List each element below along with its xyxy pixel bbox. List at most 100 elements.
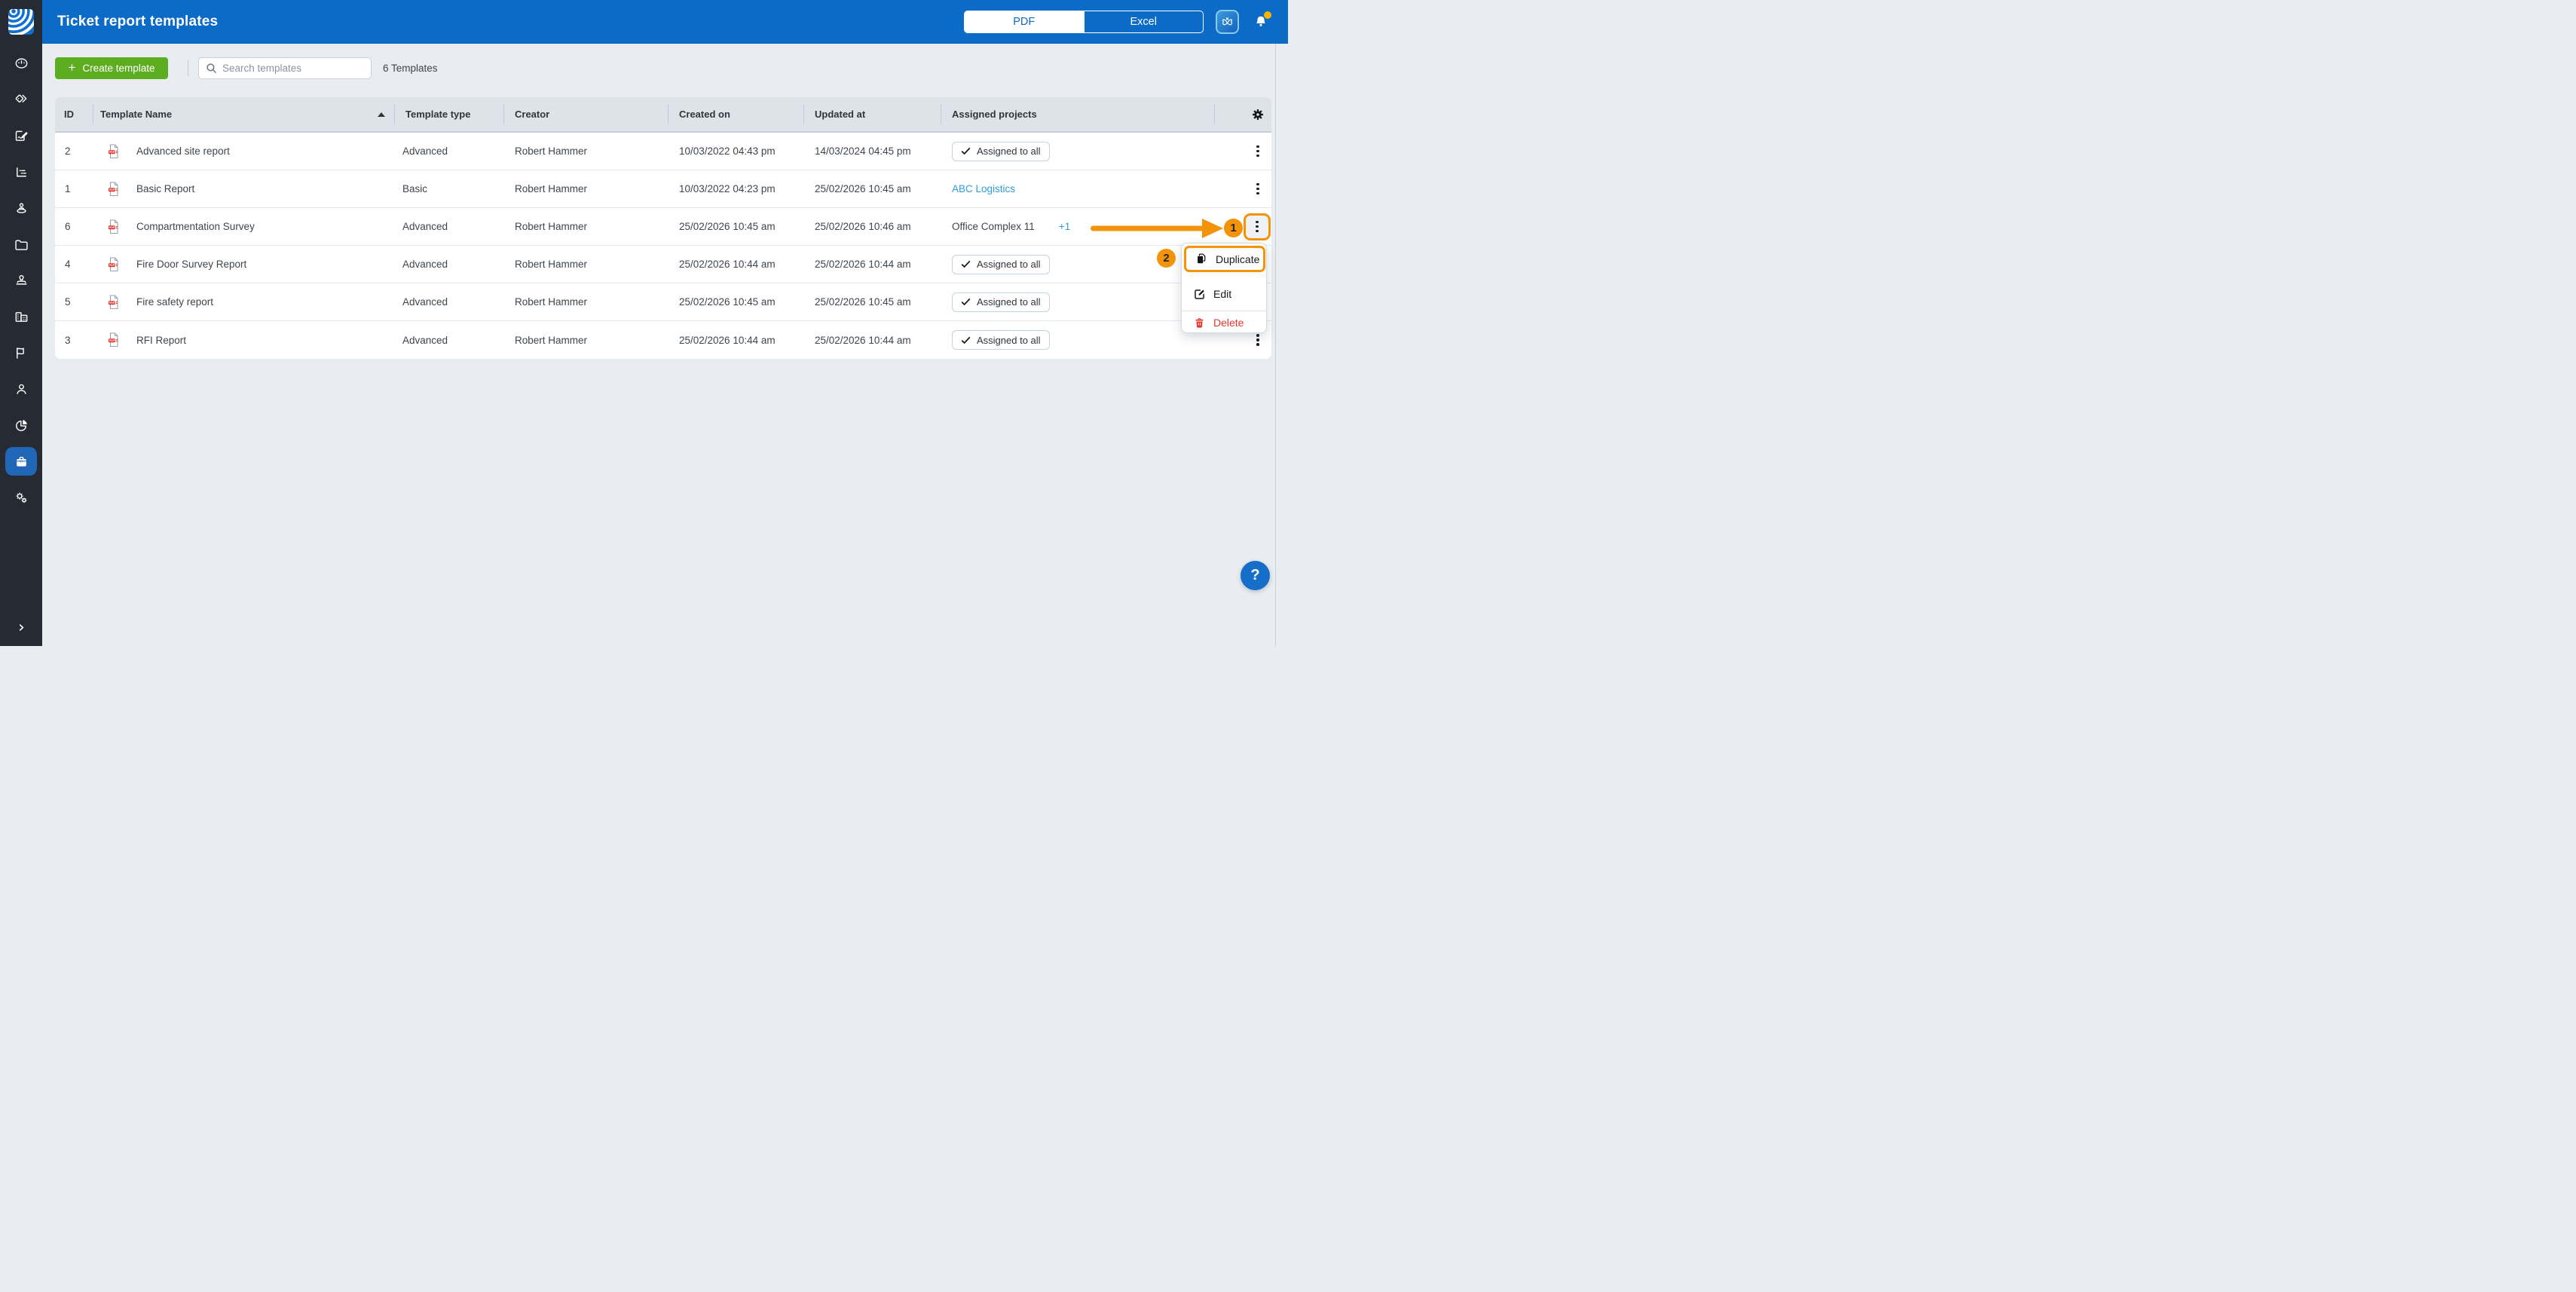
assistant-button[interactable] [1216,10,1239,34]
row-actions-kebab-button[interactable] [1249,176,1267,202]
app-window: Ticket report templates PDF Excel [0,0,1288,646]
sidebar-item-forms[interactable] [0,118,42,154]
format-option-excel[interactable]: Excel [1084,11,1204,32]
column-header-template-type[interactable]: Template type [394,97,503,131]
approval-stamp-icon [14,273,29,289]
check-icon [961,298,971,306]
cell-assigned-projects: Assigned to all [941,133,1214,170]
check-icon [961,260,971,268]
annotation-arrow [1091,218,1223,239]
assigned-project-link[interactable]: ABC Logistics [952,183,1015,194]
column-header-creator[interactable]: Creator [503,97,668,131]
edit-icon [1193,288,1206,301]
cell-created-on: 25/02/2026 10:45 am [668,208,803,245]
pdf-file-icon: PDF [108,144,120,159]
format-option-pdf[interactable]: PDF [965,11,1084,32]
sidebar-collapse-button[interactable] [0,614,42,640]
sidebar-item-approvals[interactable] [0,262,42,299]
cell-created-on: 25/02/2026 10:45 am [668,283,803,320]
report-format-toggle: PDF Excel [964,11,1204,33]
menu-item-edit[interactable]: Edit [1182,283,1268,305]
sidebar-item-site-contacts[interactable] [0,190,42,226]
sidebar-item-users[interactable] [0,371,42,407]
assigned-to-all-badge: Assigned to all [952,255,1050,274]
search-box[interactable] [198,57,372,79]
cell-created-on: 10/03/2022 04:23 pm [668,170,803,207]
svg-text:PDF: PDF [109,264,115,267]
row-actions-kebab-button[interactable] [1249,139,1267,164]
table-row[interactable]: 1 PDF Basic Report Basic Robert Hammer 1… [55,170,1271,208]
sidebar-item-projects[interactable] [0,299,42,335]
column-settings-button[interactable] [1214,97,1271,131]
cell-template-name: PDF Compartmentation Survey [93,208,394,245]
buildings-icon [14,309,29,325]
check-icon [961,147,971,155]
templates-count: 6 Templates [383,63,438,74]
sidebar-item-report-templates[interactable] [0,443,42,479]
plus-icon: + [69,61,76,74]
cell-creator: Robert Hammer [503,170,668,207]
pdf-file-icon: PDF [108,295,120,310]
assistant-butterfly-icon [1220,15,1234,29]
row-actions-context-menu: Duplicate Edit Delete [1181,243,1267,333]
assigned-more-link[interactable]: +1 [1059,221,1070,232]
menu-item-delete[interactable]: Delete [1182,313,1268,332]
search-input[interactable] [222,63,364,74]
table-row[interactable]: 6 PDF Compartmentation Survey Advanced R… [55,208,1271,246]
table-row[interactable]: 3 PDF RFI Report Advanced Robert Hammer … [55,321,1271,359]
search-icon [206,63,217,74]
table-settings-gear-icon [1251,108,1265,121]
sidebar-item-documents[interactable] [0,226,42,262]
cell-template-name: PDF Fire safety report [93,283,394,320]
assigned-project-name: Office Complex 11 [952,221,1035,232]
column-header-updated-at[interactable]: Updated at [803,97,941,131]
collapse-chevron-icon [16,622,27,633]
sidebar-item-reports[interactable] [0,407,42,443]
menu-item-duplicate[interactable]: Duplicate [1184,246,1265,272]
cell-assigned-projects: ABC Logistics [941,170,1214,207]
sidebar-nav [0,45,42,516]
table-row[interactable]: 4 PDF Fire Door Survey Report Advanced R… [55,246,1271,283]
pie-chart-icon [14,418,29,433]
pdf-file-icon: PDF [108,219,120,234]
cell-updated-at: 25/02/2026 10:44 am [803,321,941,359]
cell-template-type: Basic [394,170,503,207]
column-header-template-name[interactable]: Template Name [93,97,394,131]
cell-id: 1 [55,170,93,207]
table-row[interactable]: 5 PDF Fire safety report Advanced Robert… [55,283,1271,321]
sidebar-item-dashboard[interactable] [0,45,42,81]
content-right-divider [1275,44,1276,646]
assigned-to-all-badge: Assigned to all [952,330,1050,350]
person-location-icon [14,201,29,216]
row-actions-kebab-button[interactable] [1248,214,1266,240]
form-edit-icon [14,128,29,144]
planradar-logo[interactable] [8,9,34,35]
column-header-id[interactable]: ID [55,97,93,131]
cell-id: 4 [55,246,93,283]
topbar-right-controls: PDF Excel [964,0,1271,44]
notifications-button[interactable] [1251,11,1271,33]
sidebar-item-tags[interactable] [0,81,42,118]
cell-id: 2 [55,133,93,170]
help-button[interactable]: ? [1241,561,1270,590]
bar-chart-icon [14,164,29,180]
sidebar-item-statistics[interactable] [0,154,42,190]
sidebar-item-flags[interactable] [0,335,42,371]
page-title: Ticket report templates [57,14,218,30]
column-header-created-on[interactable]: Created on [668,97,803,131]
settings-gears-icon [14,490,29,506]
create-template-button[interactable]: + Create template [55,57,168,79]
sidebar-item-settings[interactable] [0,479,42,516]
cell-creator: Robert Hammer [503,321,668,359]
table-row[interactable]: 2 PDF Advanced site report Advanced Robe… [55,133,1271,170]
cell-updated-at: 25/02/2026 10:44 am [803,246,941,283]
svg-text:PDF: PDF [109,226,115,229]
cell-template-type: Advanced [394,208,503,245]
create-template-label: Create template [82,63,154,74]
pdf-file-icon: PDF [108,332,120,347]
svg-text:PDF: PDF [109,188,115,191]
cell-template-name: PDF Basic Report [93,170,394,207]
column-header-assigned-projects[interactable]: Assigned projects [941,97,1214,131]
cell-updated-at: 25/02/2026 10:45 am [803,170,941,207]
duplicate-icon [1195,253,1208,265]
